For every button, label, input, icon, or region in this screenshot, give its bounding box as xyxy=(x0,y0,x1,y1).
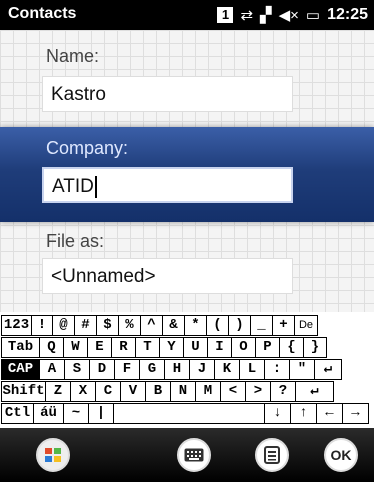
battery-icon[interactable]: ▭ xyxy=(306,8,320,23)
start-button[interactable] xyxy=(36,438,70,472)
key-arrow-down[interactable]: ↓ xyxy=(264,403,291,424)
key-a[interactable]: A xyxy=(39,359,65,380)
key-y[interactable]: Y xyxy=(159,337,184,358)
key-s[interactable]: S xyxy=(64,359,90,380)
menu-button[interactable] xyxy=(255,438,289,472)
key-left-paren[interactable]: ( xyxy=(206,315,229,336)
key-at[interactable]: @ xyxy=(52,315,75,336)
name-label: Name: xyxy=(46,46,100,66)
company-value: ATID xyxy=(52,176,94,198)
windows-logo-icon xyxy=(45,448,61,462)
key-z[interactable]: Z xyxy=(45,381,71,402)
key-l[interactable]: L xyxy=(239,359,265,380)
key-left-brace[interactable]: { xyxy=(279,337,304,358)
key-dollar[interactable]: $ xyxy=(96,315,119,336)
company-label: Company: xyxy=(46,138,129,158)
key-d[interactable]: D xyxy=(89,359,115,380)
key-123[interactable]: 123 xyxy=(1,315,32,336)
ok-button[interactable]: OK xyxy=(324,438,358,472)
key-right-paren[interactable]: ) xyxy=(228,315,251,336)
key-accents[interactable]: áü xyxy=(33,403,64,424)
key-ampersand[interactable]: & xyxy=(162,315,185,336)
status-icons: 1 ⇄ ▞ ◀× ▭ 12:25 xyxy=(217,4,368,26)
key-j[interactable]: J xyxy=(189,359,215,380)
key-n[interactable]: N xyxy=(170,381,196,402)
key-question[interactable]: ? xyxy=(270,381,296,402)
key-arrow-right[interactable]: → xyxy=(342,403,369,424)
key-right-brace[interactable]: } xyxy=(303,337,327,358)
keyboard-row-5: Ctl áü ~ | ↓ ↑ ← → xyxy=(1,403,369,425)
menu-icon xyxy=(264,446,280,464)
key-c[interactable]: C xyxy=(95,381,121,402)
key-b[interactable]: B xyxy=(145,381,171,402)
name-field[interactable]: Kastro xyxy=(42,76,293,112)
clock[interactable]: 12:25 xyxy=(327,6,368,24)
key-o[interactable]: O xyxy=(231,337,256,358)
contact-form: Name: Kastro Company: ATID File as: <Unn… xyxy=(0,30,374,312)
key-k[interactable]: K xyxy=(214,359,240,380)
key-asterisk[interactable]: * xyxy=(184,315,207,336)
text-caret xyxy=(94,176,97,198)
notification-badge[interactable]: 1 xyxy=(217,7,234,23)
key-g[interactable]: G xyxy=(139,359,165,380)
key-colon[interactable]: : xyxy=(264,359,290,380)
signal-icon[interactable]: ▞ xyxy=(260,8,272,23)
key-x[interactable]: X xyxy=(70,381,96,402)
keyboard-toggle-button[interactable] xyxy=(177,438,211,472)
keyboard-row-2: Tab Q W E R T Y U I O P { } xyxy=(1,337,327,359)
key-hash[interactable]: # xyxy=(74,315,97,336)
key-t[interactable]: T xyxy=(135,337,160,358)
sync-icon[interactable]: ⇄ xyxy=(240,8,253,23)
key-w[interactable]: W xyxy=(63,337,88,358)
key-tab[interactable]: Tab xyxy=(1,337,40,358)
key-i[interactable]: I xyxy=(207,337,232,358)
key-v[interactable]: V xyxy=(120,381,146,402)
fileas-label: File as: xyxy=(46,231,105,251)
company-section: Company: ATID xyxy=(0,127,374,222)
key-greater-than[interactable]: > xyxy=(245,381,271,402)
key-caps-lock[interactable]: CAP xyxy=(1,359,40,380)
key-delete[interactable]: De xyxy=(294,315,318,336)
key-space[interactable] xyxy=(113,403,265,424)
softkey-bar: OK xyxy=(0,428,374,482)
key-tilde[interactable]: ~ xyxy=(63,403,89,424)
speaker-muted-icon[interactable]: ◀× xyxy=(279,8,299,23)
key-arrow-left[interactable]: ← xyxy=(316,403,343,424)
status-bar: Contacts 1 ⇄ ▞ ◀× ▭ 12:25 xyxy=(0,0,374,30)
key-u[interactable]: U xyxy=(183,337,208,358)
keyboard-row-1: 123 ! @ # $ % ^ & * ( ) _ + De xyxy=(1,315,318,337)
key-quote[interactable]: " xyxy=(289,359,315,380)
keyboard-row-4: Shift Z X C V B N M < > ? ↵ xyxy=(1,381,334,403)
soft-keyboard: 123 ! @ # $ % ^ & * ( ) _ + De Tab Q W E… xyxy=(0,312,374,428)
key-h[interactable]: H xyxy=(164,359,190,380)
key-shift[interactable]: Shift xyxy=(1,381,46,402)
key-percent[interactable]: % xyxy=(118,315,141,336)
key-underscore[interactable]: _ xyxy=(250,315,273,336)
keyboard-icon xyxy=(184,448,204,462)
key-p[interactable]: P xyxy=(255,337,280,358)
key-enter[interactable]: ↵ xyxy=(314,359,342,380)
keyboard-row-3: CAP A S D F G H J K L : " ↵ xyxy=(1,359,342,381)
key-return[interactable]: ↵ xyxy=(295,381,334,402)
key-q[interactable]: Q xyxy=(39,337,64,358)
key-ctrl[interactable]: Ctl xyxy=(1,403,34,424)
key-exclamation[interactable]: ! xyxy=(31,315,53,336)
key-e[interactable]: E xyxy=(87,337,112,358)
key-plus[interactable]: + xyxy=(272,315,295,336)
key-m[interactable]: M xyxy=(195,381,221,402)
company-field[interactable]: ATID xyxy=(42,167,293,203)
key-pipe[interactable]: | xyxy=(88,403,114,424)
key-less-than[interactable]: < xyxy=(220,381,246,402)
key-r[interactable]: R xyxy=(111,337,136,358)
key-arrow-up[interactable]: ↑ xyxy=(290,403,317,424)
app-title: Contacts xyxy=(8,5,77,22)
key-f[interactable]: F xyxy=(114,359,140,380)
key-caret[interactable]: ^ xyxy=(140,315,163,336)
fileas-field[interactable]: <Unnamed> xyxy=(42,258,293,294)
